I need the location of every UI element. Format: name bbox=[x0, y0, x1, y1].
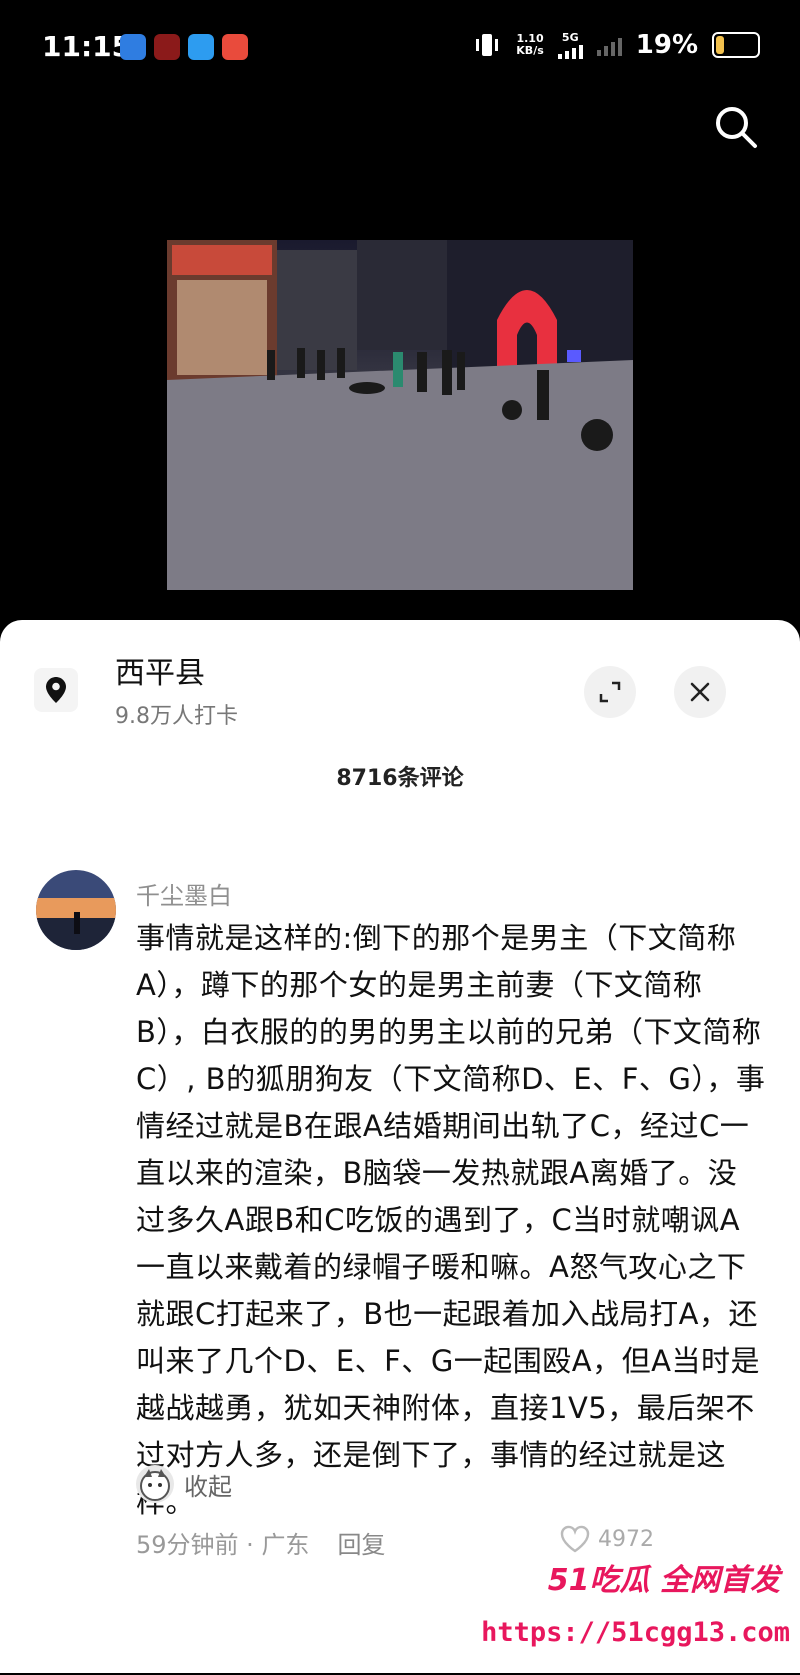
notification-app-icon bbox=[222, 34, 248, 60]
comment-count: 8716条评论 bbox=[336, 766, 464, 791]
signal-strength-icon bbox=[557, 43, 583, 59]
expand-button[interactable] bbox=[584, 666, 636, 718]
status-time: 11:15 bbox=[42, 30, 132, 63]
battery-fill bbox=[716, 36, 725, 54]
close-icon bbox=[690, 682, 710, 702]
status-app-icons bbox=[120, 34, 248, 60]
search-icon[interactable] bbox=[713, 104, 759, 150]
location-checkins: 9.8万人打卡 bbox=[115, 704, 238, 729]
net-speed: 1.10 KB/s bbox=[516, 33, 543, 57]
notification-app-icon bbox=[120, 34, 146, 60]
post-photo[interactable] bbox=[167, 240, 633, 590]
location-pin-icon[interactable] bbox=[34, 668, 78, 712]
vibrate-icon bbox=[476, 34, 499, 56]
comment-username[interactable]: 千尘墨白 bbox=[136, 876, 232, 911]
comments-sheet: 西平县 9.8万人打卡 8716条评论 千尘墨白 事情就是这样的:倒下的那个是男… bbox=[0, 620, 800, 1673]
comment-time: 59分钟前 · 广东 bbox=[136, 1531, 310, 1559]
avatar-image bbox=[36, 870, 116, 950]
collapse-button[interactable]: 收起 bbox=[136, 1465, 232, 1503]
cell-signal: 5G bbox=[557, 30, 583, 59]
location-name[interactable]: 西平县 bbox=[115, 648, 205, 692]
watermark-url: https://51cgg13.com bbox=[481, 1617, 790, 1648]
net-speed-unit: KB/s bbox=[516, 44, 544, 57]
street-night-scene bbox=[167, 240, 633, 590]
battery-percent: 19% bbox=[635, 30, 698, 60]
watermark-brand: 51吃瓜 全网首发 bbox=[547, 1563, 780, 1598]
comment-meta: 59分钟前 · 广东 回复 bbox=[136, 1525, 385, 1560]
comment-text: 事情就是这样的:倒下的那个是男主（下文简称A），蹲下的那个女的是男主前妻（下文简… bbox=[136, 921, 766, 1519]
close-button[interactable] bbox=[674, 666, 726, 718]
collapse-label: 收起 bbox=[184, 1472, 232, 1501]
avatar[interactable] bbox=[36, 870, 116, 950]
status-indicators: 1.10 KB/s 5G 19% bbox=[472, 30, 760, 60]
battery-icon bbox=[712, 32, 760, 58]
like-button[interactable]: 4972 bbox=[560, 1525, 654, 1553]
like-count: 4972 bbox=[598, 1526, 654, 1552]
signal-secondary-icon bbox=[596, 34, 622, 56]
watermark: 51吃瓜 全网首发 https://51cgg13.com bbox=[481, 1555, 800, 1675]
notification-app-icon bbox=[154, 34, 180, 60]
reply-button[interactable]: 回复 bbox=[337, 1525, 385, 1560]
network-type: 5G bbox=[561, 30, 579, 44]
notification-app-icon bbox=[188, 34, 214, 60]
comment-region: 广东 bbox=[261, 1531, 310, 1559]
comment-time-value: 59分钟前 bbox=[136, 1531, 239, 1559]
expand-icon bbox=[599, 681, 621, 703]
status-bar: 11:15 1.10 KB/s 5G 19% bbox=[0, 0, 800, 100]
media-viewer[interactable] bbox=[0, 160, 800, 625]
collapse-avatar-icon bbox=[136, 1465, 174, 1503]
heart-icon bbox=[560, 1525, 590, 1553]
